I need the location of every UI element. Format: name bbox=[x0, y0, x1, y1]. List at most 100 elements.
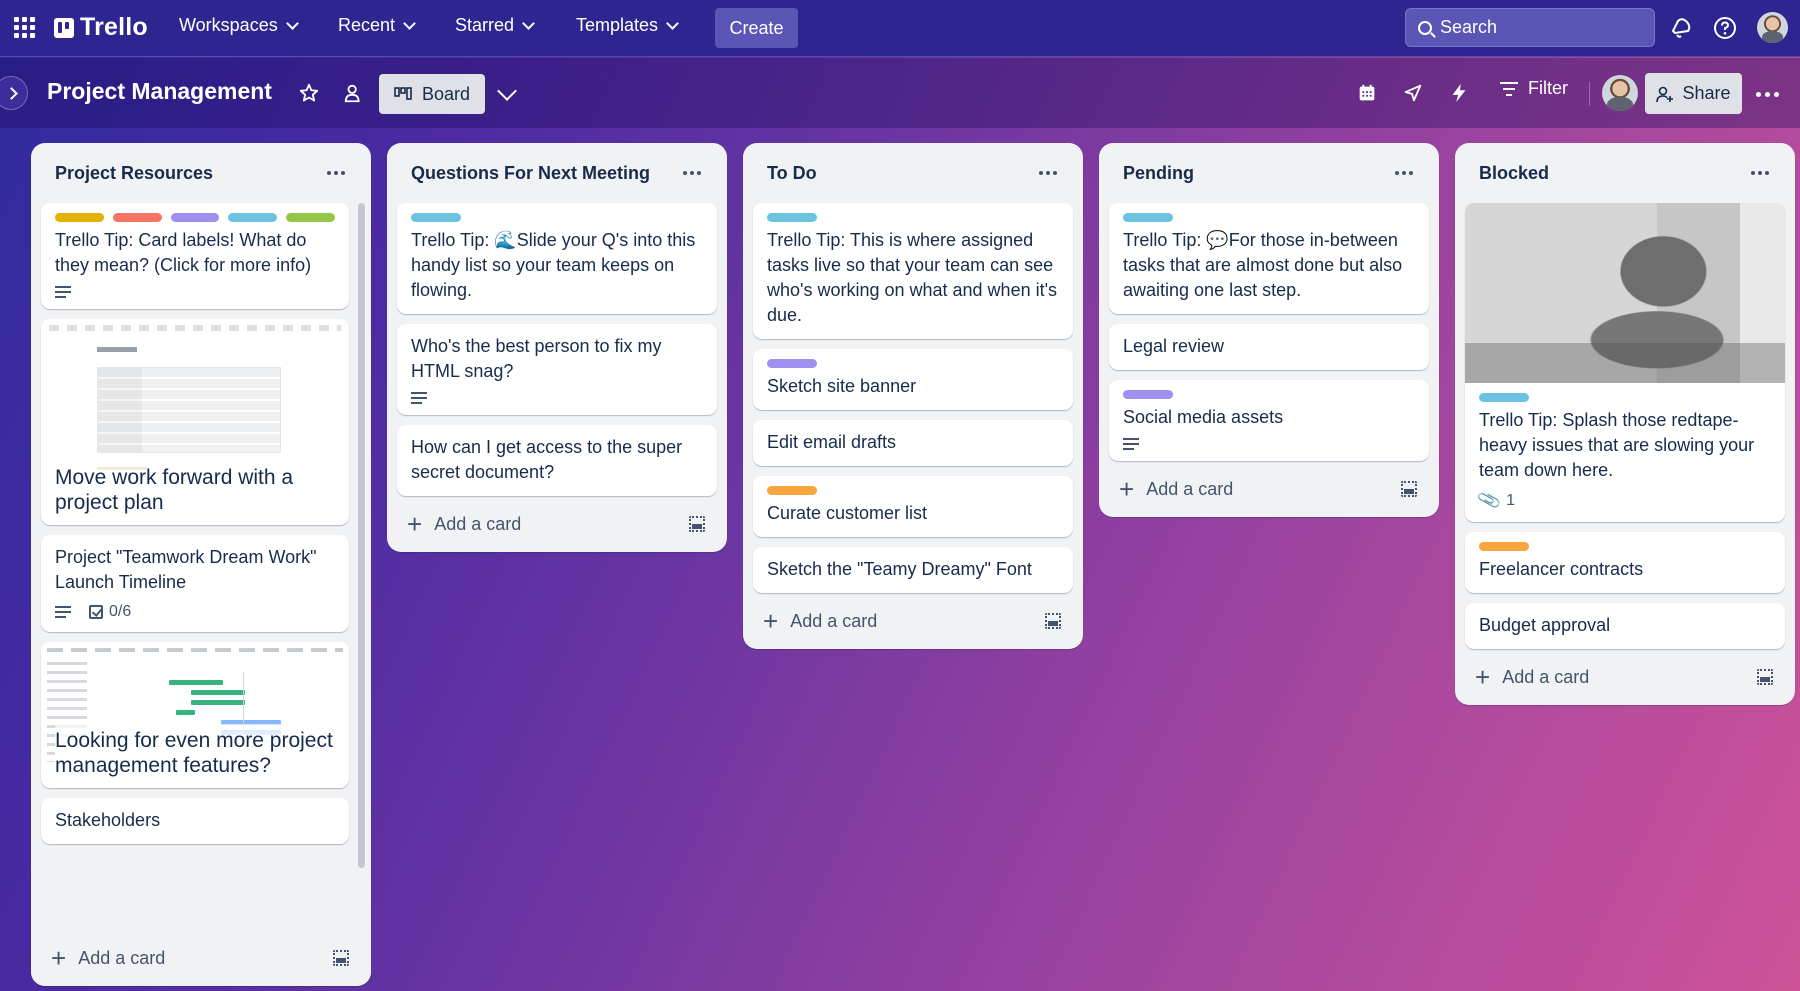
app-name: Trello bbox=[80, 13, 148, 41]
label-blue[interactable] bbox=[1123, 213, 1173, 222]
search-icon bbox=[1418, 20, 1432, 35]
create-button[interactable]: Create bbox=[715, 8, 798, 48]
power-ups-rocket-icon[interactable] bbox=[1402, 82, 1424, 104]
card[interactable]: Trello Tip: This is where assigned tasks… bbox=[753, 203, 1073, 339]
workspace-visibility-icon[interactable] bbox=[343, 82, 365, 104]
add-card-label: Add a card bbox=[790, 610, 878, 631]
expand-sidebar-button[interactable] bbox=[0, 76, 28, 110]
nav-recent-label: Recent bbox=[338, 15, 396, 35]
label-red[interactable] bbox=[112, 213, 162, 222]
search-box[interactable] bbox=[1405, 8, 1655, 47]
card[interactable]: Social media assets bbox=[1109, 380, 1429, 461]
label-orange[interactable] bbox=[1479, 542, 1529, 551]
label-orange[interactable] bbox=[767, 486, 817, 495]
filter-button[interactable]: Filter bbox=[1500, 78, 1568, 99]
star-icon[interactable] bbox=[298, 82, 320, 104]
board-member-avatar[interactable] bbox=[1602, 75, 1638, 111]
list-pending: Pending Trello Tip: 💬For those in-betwee… bbox=[1099, 143, 1439, 517]
card[interactable]: Looking for even more project management… bbox=[41, 642, 349, 788]
add-member-icon bbox=[1656, 86, 1674, 102]
card[interactable]: Trello Tip: Card labels! What do they me… bbox=[41, 203, 349, 309]
card[interactable]: Who's the best person to fix my HTML sna… bbox=[397, 324, 717, 415]
label-blue[interactable] bbox=[1479, 393, 1529, 402]
nav-workspaces[interactable]: Workspaces bbox=[179, 15, 299, 36]
nav-templates[interactable]: Templates bbox=[576, 15, 679, 36]
create-from-template-icon[interactable] bbox=[1757, 669, 1773, 685]
add-card-button[interactable]: + Add a card bbox=[763, 606, 878, 636]
board-header: Project Management Board Filter Share bbox=[0, 58, 1800, 128]
label-purple[interactable] bbox=[1123, 390, 1173, 399]
create-from-template-icon[interactable] bbox=[333, 950, 349, 966]
card[interactable]: How can I get access to the super secret… bbox=[397, 425, 717, 496]
card-cover-cat-image bbox=[1465, 203, 1785, 383]
card[interactable]: Legal review bbox=[1109, 324, 1429, 370]
app-switcher-icon[interactable] bbox=[14, 17, 36, 39]
add-card-button[interactable]: + Add a card bbox=[407, 511, 521, 537]
card[interactable]: Trello Tip: 💬For those in-between tasks … bbox=[1109, 203, 1429, 314]
card[interactable]: Stakeholders bbox=[41, 798, 349, 844]
list-title[interactable]: Blocked bbox=[1479, 163, 1549, 184]
card-title: Sketch the "Teamy Dreamy" Font bbox=[767, 559, 1032, 579]
card[interactable]: Curate customer list bbox=[753, 476, 1073, 537]
description-icon bbox=[55, 286, 71, 298]
board-title[interactable]: Project Management bbox=[47, 78, 272, 105]
automation-lightning-icon[interactable] bbox=[1448, 82, 1470, 104]
create-from-template-icon[interactable] bbox=[1401, 481, 1417, 497]
divider bbox=[1589, 82, 1590, 106]
board-view-button[interactable]: Board bbox=[379, 74, 485, 114]
card-title: Freelancer contracts bbox=[1479, 559, 1644, 579]
label-yellow[interactable] bbox=[55, 213, 104, 222]
card[interactable]: Freelancer contracts bbox=[1465, 532, 1785, 593]
views-dropdown-chevron-icon[interactable] bbox=[497, 81, 517, 101]
plus-icon: + bbox=[763, 606, 779, 636]
board-menu-icon[interactable] bbox=[1756, 92, 1779, 97]
label-blue[interactable] bbox=[228, 213, 278, 222]
list-title[interactable]: Questions For Next Meeting bbox=[411, 163, 650, 184]
list-to-do: To Do Trello Tip: This is where assigned… bbox=[743, 143, 1083, 649]
card[interactable]: Budget approval bbox=[1465, 603, 1785, 649]
card[interactable]: Trello Tip: 🌊Slide your Q's into this ha… bbox=[397, 203, 717, 314]
list-menu-icon[interactable] bbox=[321, 165, 351, 181]
card-title: Looking for even more project management… bbox=[55, 724, 335, 778]
add-card-button[interactable]: + Add a card bbox=[1475, 662, 1589, 692]
list-title[interactable]: Pending bbox=[1123, 163, 1194, 184]
nav-starred[interactable]: Starred bbox=[455, 15, 535, 36]
card[interactable]: Project "Teamwork Dream Work" Launch Tim… bbox=[41, 535, 349, 632]
card[interactable]: Sketch the "Teamy Dreamy" Font bbox=[753, 547, 1073, 593]
add-card-button[interactable]: + Add a card bbox=[1119, 476, 1233, 502]
calendar-power-up-icon[interactable] bbox=[1356, 82, 1378, 104]
help-icon[interactable] bbox=[1713, 16, 1737, 40]
list-menu-icon[interactable] bbox=[1389, 165, 1419, 181]
label-purple[interactable] bbox=[767, 359, 817, 368]
label-blue[interactable] bbox=[767, 213, 817, 222]
nav-starred-label: Starred bbox=[455, 15, 515, 35]
trello-logo[interactable]: Trello bbox=[54, 13, 148, 42]
filter-label: Filter bbox=[1528, 78, 1568, 98]
card[interactable]: Move work forward with a project plan bbox=[41, 319, 349, 525]
card[interactable]: Edit email drafts bbox=[753, 420, 1073, 466]
nav-recent[interactable]: Recent bbox=[338, 15, 416, 36]
add-card-button[interactable]: + Add a card bbox=[51, 943, 166, 973]
board-view-label: Board bbox=[421, 83, 471, 104]
user-avatar[interactable] bbox=[1757, 12, 1788, 43]
share-button[interactable]: Share bbox=[1645, 73, 1742, 114]
label-blue[interactable] bbox=[411, 213, 461, 222]
list-menu-icon[interactable] bbox=[1745, 165, 1775, 181]
list-menu-icon[interactable] bbox=[1033, 165, 1063, 181]
list-title[interactable]: Project Resources bbox=[55, 163, 213, 184]
notifications-bell-icon[interactable] bbox=[1669, 16, 1693, 40]
list-scrollbar[interactable] bbox=[358, 203, 365, 868]
card[interactable]: Sketch site banner bbox=[753, 349, 1073, 410]
label-purple[interactable] bbox=[170, 213, 220, 222]
add-card-label: Add a card bbox=[78, 947, 166, 968]
search-input[interactable] bbox=[1440, 17, 1640, 38]
create-from-template-icon[interactable] bbox=[689, 516, 705, 532]
plus-icon: + bbox=[51, 943, 67, 973]
list-blocked: Blocked Trello Tip: Splash those redtape… bbox=[1455, 143, 1795, 705]
plus-icon: + bbox=[1475, 662, 1491, 692]
list-title[interactable]: To Do bbox=[767, 163, 817, 184]
label-green[interactable] bbox=[286, 213, 335, 222]
card[interactable]: Trello Tip: Splash those redtape-heavy i… bbox=[1465, 203, 1785, 522]
list-menu-icon[interactable] bbox=[677, 165, 707, 181]
create-from-template-icon[interactable] bbox=[1045, 613, 1061, 629]
